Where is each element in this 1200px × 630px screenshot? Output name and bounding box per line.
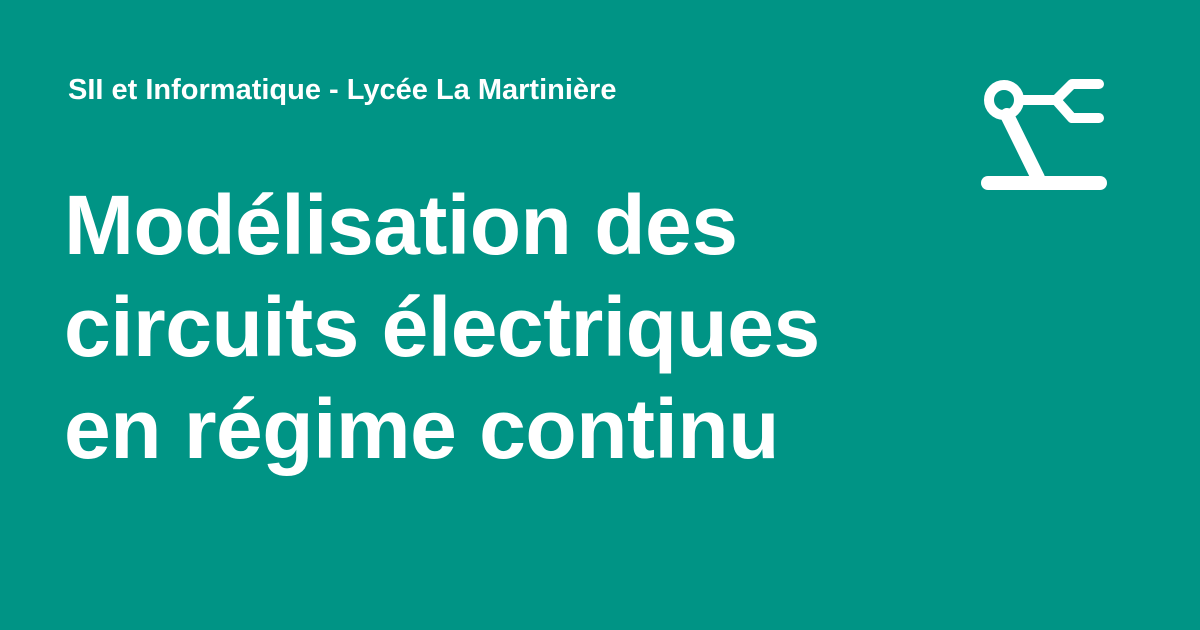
page-title-line-3: en régime continu: [64, 382, 779, 476]
site-name: SII et Informatique - Lycée La Martinièr…: [68, 74, 617, 106]
page-title-line-2: circuits électriques: [64, 280, 820, 374]
page-title: Modélisation des circuits électriques en…: [64, 174, 964, 480]
page-title-line-1: Modélisation des: [64, 178, 738, 272]
robot-arm-icon: [981, 79, 1107, 190]
social-card: SII et Informatique - Lycée La Martinièr…: [0, 0, 1200, 630]
